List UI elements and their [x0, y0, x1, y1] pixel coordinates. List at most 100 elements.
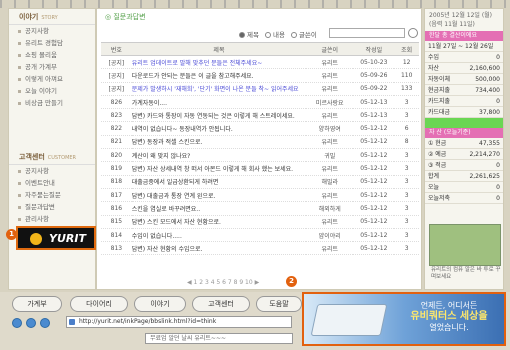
search-option-content[interactable]: 내용: [264, 29, 285, 39]
tab-ledger[interactable]: 가계부: [12, 296, 62, 312]
row-number: 819: [101, 161, 132, 176]
row-views: 3: [394, 148, 419, 163]
row-date: 05-12-13: [353, 108, 395, 123]
row-date: 05-09-26: [353, 68, 395, 83]
table-row[interactable]: 815 답변) 스킨 모드에서 자산 현황으로. 유리트 05-12-12 3: [101, 215, 419, 229]
table-row[interactable]: 826 가계자동이.... 미르사랑요 05-12-13 3: [101, 95, 419, 110]
table-row[interactable]: 822 내역이 없습니다~ 동장내역가 안됩니다. 양하영여 05-12-12 6: [101, 121, 419, 136]
table-row[interactable]: 817 답변) 대출금과 통장 연계 왼으로. 유리트 05-12-12 3: [101, 188, 419, 203]
row-title[interactable]: 대출금중에서 일급상환되게 하려면: [131, 175, 307, 189]
table-row[interactable]: 813 답변) 자산 현황의 수입으로. 유리트 05-12-12 3: [101, 241, 419, 256]
col-header-number: 번호: [101, 42, 132, 56]
row-title[interactable]: 답변) 카드와 통장이 자동 연동되는 것은 이렇게 해 스트레이세요.: [131, 108, 307, 123]
row-date: 05-12-12: [353, 241, 395, 256]
row-title[interactable]: 가계자동이....: [131, 95, 307, 110]
refresh-icon[interactable]: [40, 318, 50, 328]
table-row[interactable]: 819 답변) 자산 상세내역 창 떠서 아몬드 이렇게 해 회사 했는 보세요.…: [101, 161, 419, 176]
row-views: 12: [394, 55, 419, 70]
summary-row: ③ 적금 0: [425, 160, 503, 171]
ad-banner[interactable]: 언제든, 어디서든 유비쿼터스 세상을 열었습니다.: [302, 292, 506, 346]
tab-story[interactable]: 이야기: [134, 296, 186, 312]
row-views: 3: [394, 201, 419, 216]
table-row[interactable]: 820 계산이 왜 맞지 않나요? 귀밀 05-12-12 3: [101, 148, 419, 163]
sidebar-item[interactable]: 관리사항: [9, 213, 95, 225]
row-title[interactable]: 수입이 없습니다.....: [131, 228, 307, 243]
board-panel: ◎ 질문과답변 제목 내용 글쓴이 번호 제목 글쓴이 작성일 조회 [공지] 유…: [96, 8, 422, 290]
sidebar-item[interactable]: 자주묻는질문: [9, 189, 95, 201]
table-row[interactable]: 816 스킨을 염실로 바꾸려면요.. 해외하게 05-12-12 3: [101, 201, 419, 216]
row-title[interactable]: 답변) 대출금과 통장 연계 왼으로.: [131, 188, 307, 203]
row-author: 유리트: [306, 241, 354, 256]
table-row[interactable]: 821 답변) 동장과 적셀 스킨으로. 유리트 05-12-12 8: [101, 135, 419, 150]
yurit-logo[interactable]: YURIT: [16, 226, 96, 250]
row-views: 3: [394, 161, 419, 176]
sidebar-item[interactable]: 공지사항: [9, 165, 95, 177]
summary-row: 카드대금 37,800: [425, 107, 503, 118]
row-date: 05-12-12: [353, 148, 395, 163]
forward-icon[interactable]: [26, 318, 36, 328]
row-author: 유리트: [306, 55, 354, 70]
row-author: 유리트: [306, 188, 354, 203]
row-title[interactable]: 스킨을 염실로 바꾸려면요..: [131, 201, 307, 216]
sidebar-item[interactable]: 질문과답변: [9, 201, 95, 213]
sidebar-item[interactable]: 이벤트안내: [9, 177, 95, 189]
row-title[interactable]: 답변) 자산 현황의 수입으로.: [131, 241, 307, 256]
table-row[interactable]: [공지] 유리트 업데이트로 말해 맞추던 문들은 전체주세요~ 유리트 05-10-…: [101, 55, 419, 70]
sidebar-item[interactable]: 이렇게 아껴요: [9, 73, 95, 85]
summary-panel: 2005년 12월 12일 (월) (음력 11월 11일) 한달 총 결산이에요…: [424, 8, 504, 290]
row-number: 817: [101, 188, 132, 203]
row-date: 05-10-23: [353, 55, 395, 70]
summary-row: 자동이체 500,000: [425, 74, 503, 85]
url-field[interactable]: http://yurit.net/inkPage/bbslink.html?id…: [66, 316, 292, 328]
row-views: 3: [394, 95, 419, 110]
sidebar-item[interactable]: 공지사항: [9, 25, 95, 37]
summary-row: 자산 2,160,600: [425, 63, 503, 74]
table-row[interactable]: 818 대출금중에서 일급상환되게 하려면 해밀라 05-12-12 3: [101, 175, 419, 189]
table-row[interactable]: [공지] 다운로드가 안되는 분들은 이 글을 참고해주세요. 유리트 05-09-2…: [101, 68, 419, 83]
row-title[interactable]: 유리트 업데이트로 말해 맞추던 문들은 전체주세요~: [131, 55, 307, 70]
board-table: 번호 제목 글쓴이 작성일 조회 [공지] 유리트 업데이트로 말해 맞추던 문들…: [101, 42, 419, 256]
col-header-views: 조회: [394, 42, 419, 56]
row-date: 05-12-12: [353, 121, 395, 136]
sidebar-item[interactable]: 유리트 경험담: [9, 37, 95, 49]
table-row[interactable]: 814 수입이 없습니다..... 얌이야리 05-12-12 3: [101, 228, 419, 243]
logo-mark-icon: [30, 233, 42, 245]
sidebar-item[interactable]: 공개 가계부: [9, 61, 95, 73]
row-date: 05-12-13: [353, 95, 395, 110]
row-title[interactable]: 문제가 발생하시 '재해희', '단기' 화면이 나온 분들 착~ 읽어주세요: [131, 82, 307, 96]
search-option-author[interactable]: 글쓴이: [290, 29, 317, 39]
search-input[interactable]: [329, 28, 405, 38]
row-views: 8: [394, 135, 419, 150]
tab-support[interactable]: 고객센터: [192, 296, 250, 312]
row-title[interactable]: 답변) 동장과 적셀 스킨으로.: [131, 135, 307, 150]
search-option-title[interactable]: 제목: [239, 29, 259, 39]
summary-row: 오늘 0: [425, 182, 503, 193]
table-row[interactable]: [공지] 문제가 발생하시 '재해희', '단기' 화면이 나온 분들 착~ 읽어…: [101, 82, 419, 96]
summary-row: 수입 0: [425, 52, 503, 63]
sidebar-item[interactable]: 오늘 이야기: [9, 85, 95, 97]
summary-row: 현금지출 734,400: [425, 85, 503, 96]
table-row[interactable]: 823 답변) 카드와 통장이 자동 연동되는 것은 이렇게 해 스트레이세요. 유…: [101, 108, 419, 123]
tab-diary[interactable]: 다이어리: [70, 296, 128, 312]
phone-image: [310, 304, 388, 336]
row-number: 816: [101, 201, 132, 216]
row-title[interactable]: 계산이 왜 맞지 않나요?: [131, 148, 307, 163]
tab-help[interactable]: 도움말: [256, 296, 302, 312]
sidebar-item[interactable]: 쇼핑 몰리움: [9, 49, 95, 61]
search-icon[interactable]: [408, 28, 418, 38]
row-number: 822: [101, 121, 132, 136]
row-views: 3: [394, 215, 419, 229]
tree-caption: 유리트의 컴퓨 알은 바 투로 꾸며보세요: [431, 267, 501, 280]
pagination[interactable]: ◀ 1 2 3 4 5 6 7 8 9 10 ▶: [187, 279, 259, 286]
row-title[interactable]: 다운로드가 안되는 분들은 이 글을 참고해주세요.: [131, 68, 307, 83]
row-number: 818: [101, 175, 132, 189]
row-title[interactable]: 내역이 없습니다~ 동장내역가 안됩니다.: [131, 121, 307, 136]
row-title[interactable]: 답변) 자산 상세내역 창 떠서 아몬드 이렇게 해 회사 했는 보세요.: [131, 161, 307, 176]
sidebar-item[interactable]: 비상금 만들기: [9, 97, 95, 109]
row-number: 815: [101, 215, 132, 229]
col-header-author: 글쓴이: [306, 42, 354, 56]
date-display: 2005년 12월 12일 (월) (음력 11월 11일): [429, 12, 493, 28]
row-title[interactable]: 답변) 스킨 모드에서 자산 현황으로.: [131, 215, 307, 229]
back-icon[interactable]: [12, 318, 22, 328]
row-number: [공지]: [101, 68, 132, 83]
